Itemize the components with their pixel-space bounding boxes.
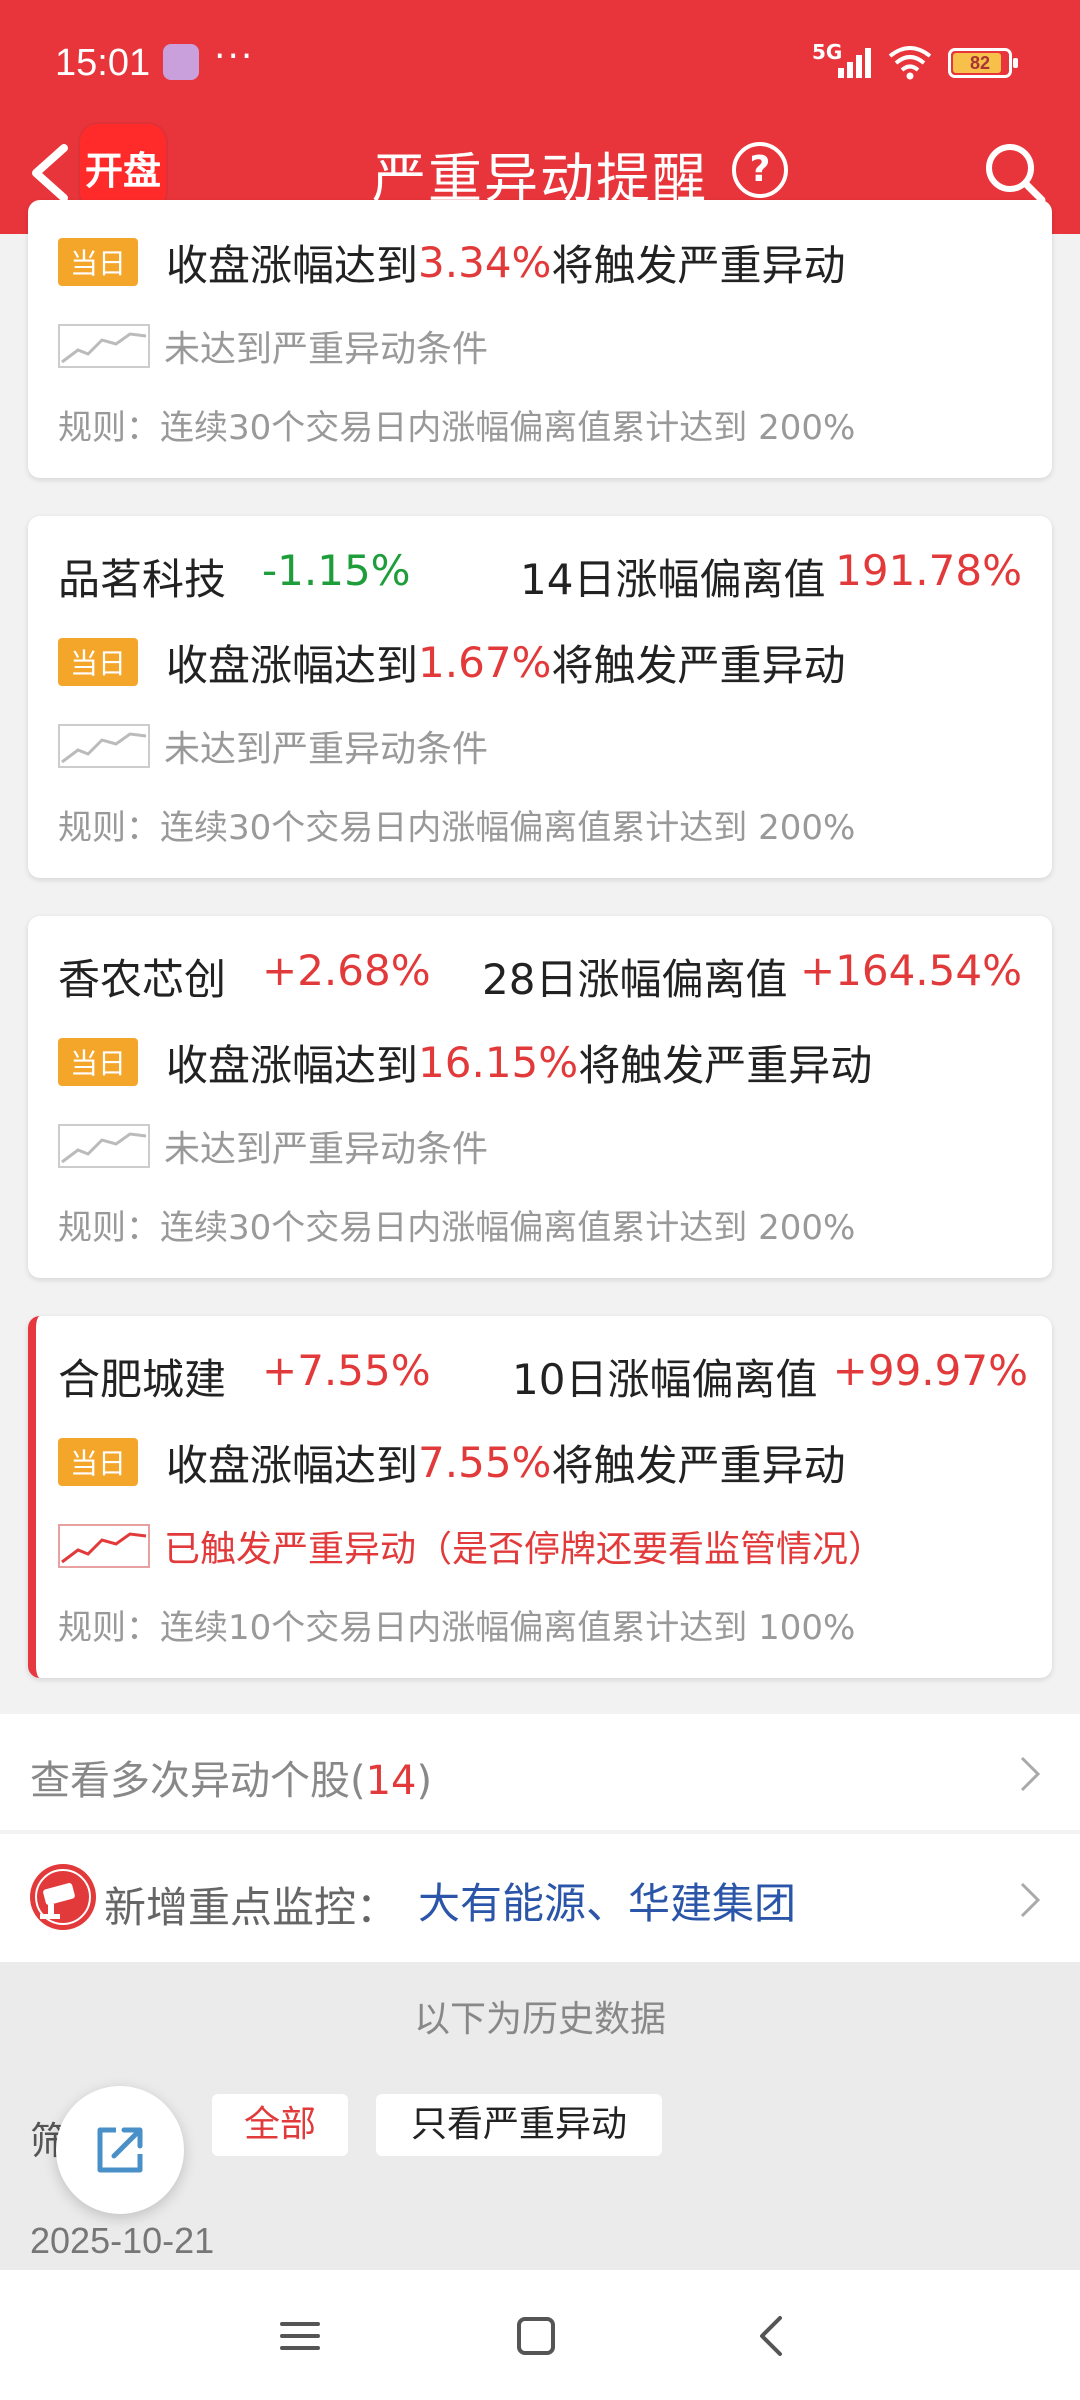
stock-row: 品茗科技 -1.15% 14日涨幅偏离值 191.78% xyxy=(58,546,1022,606)
metric-label: 14日涨幅偏离值 xyxy=(520,555,826,604)
status-time: 15:01 xyxy=(55,42,151,84)
trigger-row: 当日 收盘涨幅达到 3.34% 将触发严重异动 xyxy=(58,232,845,292)
metric-label: 10日涨幅偏离值 xyxy=(512,1355,818,1404)
stock-row: 合肥城建 +7.55% 10日涨幅偏离值 +99.97% xyxy=(58,1346,1028,1406)
history-header: 以下为历史数据 xyxy=(413,1999,666,2040)
trigger-row: 当日 收盘涨幅达到 16.15% 将触发严重异动 xyxy=(58,1032,872,1092)
metric-value: +99.97% xyxy=(832,1346,1028,1395)
trigger-suffix: 将触发严重异动 xyxy=(551,640,846,690)
state-row: 未达到严重异动条件 xyxy=(58,320,488,372)
trigger-suffix: 将触发严重异动 xyxy=(551,1440,846,1490)
camera-monitor-icon xyxy=(30,1864,96,1930)
multi-anomaly-label: 查看多次异动个股(14) xyxy=(30,1758,433,1804)
help-icon[interactable]: ? xyxy=(732,142,788,198)
rule-text: 规则：连续30个交易日内涨幅偏离值累计达到 200% xyxy=(58,808,856,848)
today-badge: 当日 xyxy=(58,638,139,686)
anomaly-card[interactable]: 品茗科技 -1.15% 14日涨幅偏离值 191.78% 当日 收盘涨幅达到 1.… xyxy=(28,516,1052,878)
status-bar: 15:01 ··· 5G 82 xyxy=(0,0,1080,120)
metric-label: 28日涨幅偏离值 xyxy=(482,955,788,1004)
stock-name: 香农芯创 xyxy=(58,955,227,1004)
trigger-prefix: 收盘涨幅达到 xyxy=(166,1440,419,1490)
rule-text: 规则：连续30个交易日内涨幅偏离值累计达到 200% xyxy=(58,408,856,448)
today-badge: 当日 xyxy=(58,238,139,286)
state-row: 未达到严重异动条件 xyxy=(58,720,488,772)
menu-icon[interactable] xyxy=(272,2308,328,2364)
metric-value: +164.54% xyxy=(799,946,1022,995)
more-notifications-icon: ··· xyxy=(214,36,255,77)
state-row: 未达到严重异动条件 xyxy=(58,1120,488,1172)
state-text: 未达到严重异动条件 xyxy=(164,1129,489,1170)
today-badge: 当日 xyxy=(58,1038,139,1086)
trigger-prefix: 收盘涨幅达到 xyxy=(166,240,419,290)
anomaly-card[interactable]: 香农芯创 +2.68% 28日涨幅偏离值 +164.54% 当日 收盘涨幅达到 1… xyxy=(28,916,1052,1278)
key-monitor-row[interactable]: 新增重点监控： 大有能源、华建集团 xyxy=(0,1834,1080,1962)
app-header: 15:01 ··· 5G 82 开盘 严重异动提醒 ? xyxy=(0,0,1080,234)
rule-text: 规则：连续10个交易日内涨幅偏离值累计达到 100% xyxy=(58,1608,856,1648)
trigger-pct: 16.15% xyxy=(418,1037,579,1087)
trend-chart-icon xyxy=(58,1124,150,1168)
anomaly-card[interactable]: 当日 收盘涨幅达到 3.34% 将触发严重异动 未达到严重异动条件 规则：连续30个… xyxy=(28,200,1052,478)
back-icon[interactable] xyxy=(744,2308,800,2364)
state-text: 未达到严重异动条件 xyxy=(164,729,489,770)
today-badge: 当日 xyxy=(58,1438,139,1486)
trend-chart-icon xyxy=(58,1524,150,1568)
share-icon xyxy=(97,2127,143,2173)
search-icon[interactable] xyxy=(980,138,1050,208)
stock-change: +7.55% xyxy=(262,1346,431,1395)
history-date: 2025-10-21 xyxy=(30,2220,215,2261)
anomaly-card-triggered[interactable]: 合肥城建 +7.55% 10日涨幅偏离值 +99.97% 当日 收盘涨幅达到 7.… xyxy=(28,1316,1052,1678)
wifi-icon xyxy=(888,46,932,80)
trigger-pct: 7.55% xyxy=(418,1437,552,1487)
chevron-right-icon xyxy=(1020,1882,1041,1918)
trend-chart-icon xyxy=(58,724,150,768)
stock-name: 品茗科技 xyxy=(58,555,227,604)
trend-chart-icon xyxy=(58,324,150,368)
state-text: 已触发严重异动（是否停牌还要看监管情况） xyxy=(164,1529,885,1570)
trigger-row: 当日 收盘涨幅达到 1.67% 将触发严重异动 xyxy=(58,632,845,692)
state-text: 未达到严重异动条件 xyxy=(164,329,489,370)
trigger-prefix: 收盘涨幅达到 xyxy=(166,640,419,690)
trigger-prefix: 收盘涨幅达到 xyxy=(166,1040,419,1090)
stock-row: 香农芯创 +2.68% 28日涨幅偏离值 +164.54% xyxy=(58,946,1022,1006)
share-button[interactable] xyxy=(56,2086,184,2214)
state-row: 已触发严重异动（是否停牌还要看监管情况） xyxy=(58,1520,884,1572)
battery-icon: 82 xyxy=(948,48,1018,78)
signal-icon xyxy=(838,46,876,78)
filter-all[interactable]: 全部 xyxy=(212,2094,348,2156)
filter-severe-only[interactable]: 只看严重异动 xyxy=(376,2094,662,2156)
multi-anomaly-row[interactable]: 查看多次异动个股(14) xyxy=(0,1714,1080,1830)
app-notification-icon xyxy=(163,44,199,80)
home-icon[interactable] xyxy=(508,2308,564,2364)
monitor-label: 新增重点监控： xyxy=(104,1883,399,1932)
trigger-pct: 3.34% xyxy=(418,237,552,287)
trigger-pct: 1.67% xyxy=(418,637,552,687)
stock-change: -1.15% xyxy=(262,546,411,595)
trigger-suffix: 将触发严重异动 xyxy=(551,240,846,290)
metric-value: 191.78% xyxy=(835,546,1022,595)
trigger-suffix: 将触发严重异动 xyxy=(578,1040,873,1090)
stock-name: 合肥城建 xyxy=(58,1355,227,1404)
rule-text: 规则：连续30个交易日内涨幅偏离值累计达到 200% xyxy=(58,1208,856,1248)
monitor-stocks[interactable]: 大有能源、华建集团 xyxy=(418,1870,796,1931)
trigger-row: 当日 收盘涨幅达到 7.55% 将触发严重异动 xyxy=(58,1432,845,1492)
stock-change: +2.68% xyxy=(262,946,431,995)
system-nav-bar xyxy=(0,2270,1080,2400)
chevron-right-icon xyxy=(1020,1756,1041,1792)
